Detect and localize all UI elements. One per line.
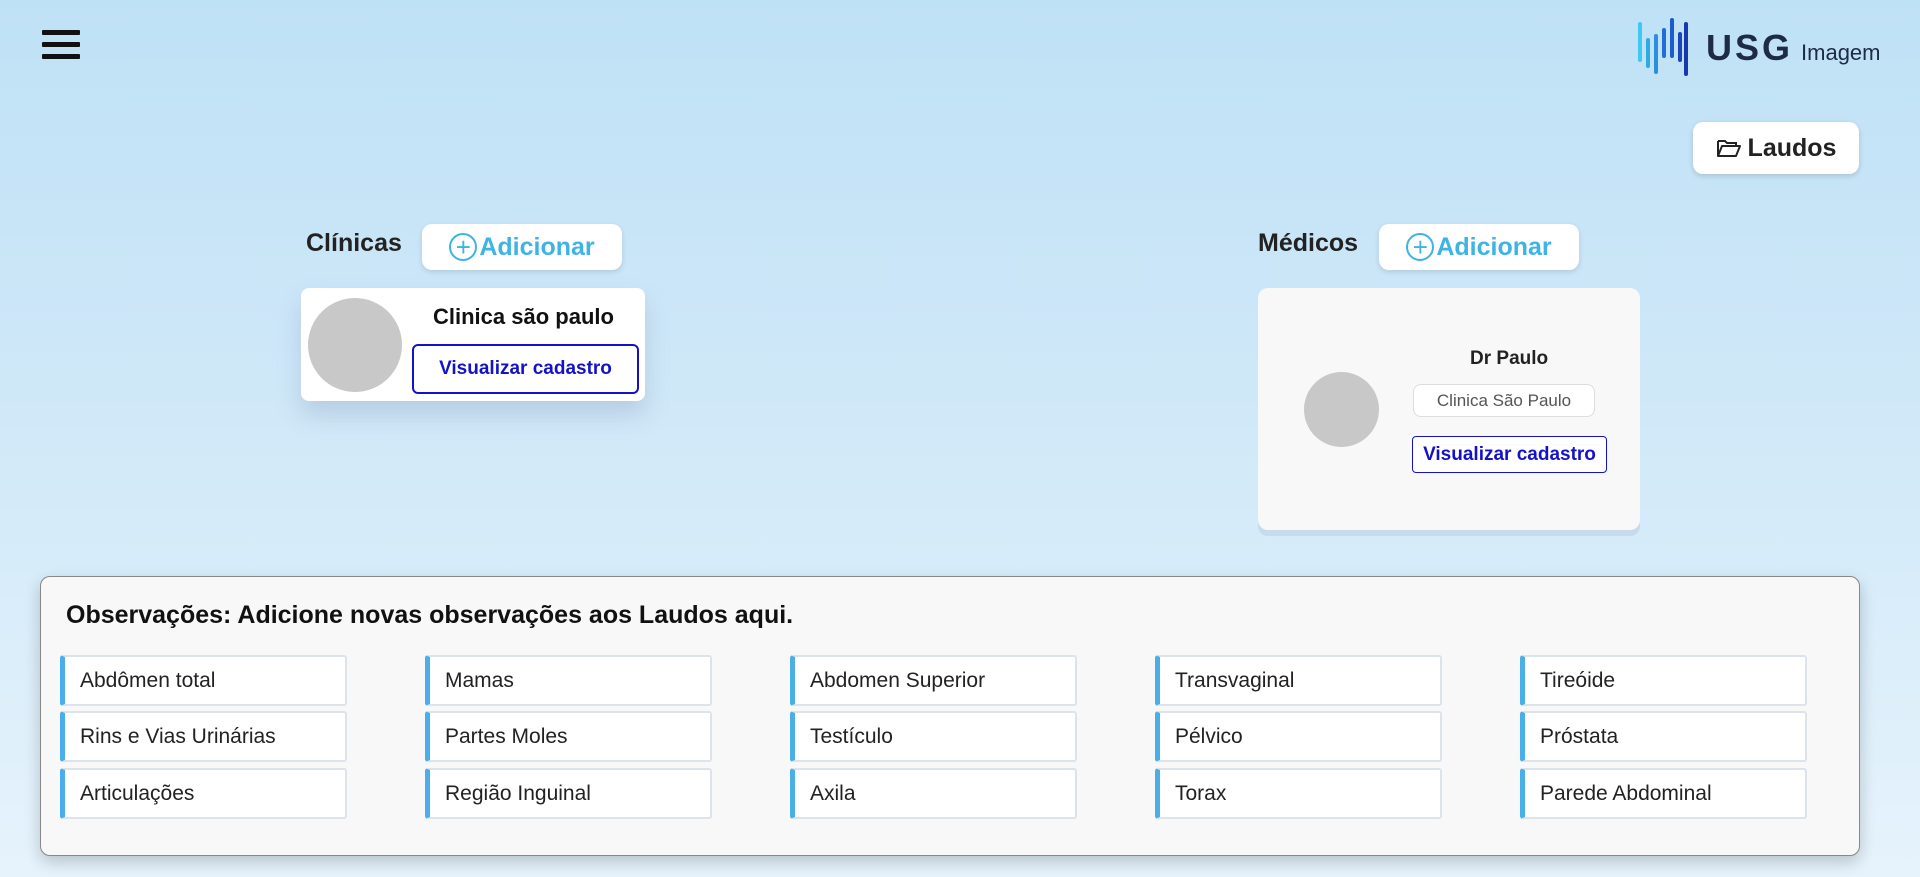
plus-circle-icon: + bbox=[1406, 233, 1435, 261]
add-clinica-label: Adicionar bbox=[479, 232, 595, 261]
observacao-item[interactable]: Partes Moles bbox=[425, 711, 712, 762]
logo-text: USG bbox=[1706, 27, 1794, 68]
observacao-item[interactable]: Tireóide bbox=[1520, 655, 1807, 706]
logo: USG Imagem bbox=[1636, 16, 1881, 80]
menu-button[interactable] bbox=[42, 30, 80, 62]
add-medico-button[interactable]: + Adicionar bbox=[1379, 224, 1579, 270]
hamburger-icon bbox=[42, 30, 80, 35]
observacao-item[interactable]: Parede Abdominal bbox=[1520, 768, 1807, 819]
add-medico-label: Adicionar bbox=[1436, 232, 1552, 261]
medicos-title: Médicos bbox=[1258, 229, 1359, 257]
observacao-item[interactable]: Abdomen Superior bbox=[790, 655, 1077, 706]
observacao-item[interactable]: Torax bbox=[1155, 768, 1442, 819]
plus-circle-icon: + bbox=[449, 233, 478, 261]
logo-bars-icon bbox=[1636, 16, 1698, 80]
observacoes-title: Observações: Adicione novas observações … bbox=[66, 601, 794, 629]
medico-name: Dr Paulo bbox=[1470, 348, 1549, 369]
observacao-item[interactable]: Articulações bbox=[60, 768, 347, 819]
clinicas-title: Clínicas bbox=[306, 229, 402, 257]
clinica-view-button[interactable]: Visualizar cadastro bbox=[412, 344, 639, 394]
medico-clinic-badge: Clinica São Paulo bbox=[1413, 384, 1595, 417]
observacao-item[interactable]: Axila bbox=[790, 768, 1077, 819]
observacao-item[interactable]: Região Inguinal bbox=[425, 768, 712, 819]
medico-view-button[interactable]: Visualizar cadastro bbox=[1412, 436, 1607, 473]
logo-subtext: Imagem bbox=[1801, 40, 1881, 65]
observacao-item[interactable]: Transvaginal bbox=[1155, 655, 1442, 706]
observacao-item[interactable]: Rins e Vias Urinárias bbox=[60, 711, 347, 762]
laudos-button[interactable]: Laudos bbox=[1693, 122, 1859, 174]
observacao-item[interactable]: Pélvico bbox=[1155, 711, 1442, 762]
clinica-avatar bbox=[308, 298, 402, 392]
observacao-item[interactable]: Testículo bbox=[790, 711, 1077, 762]
medico-avatar bbox=[1304, 372, 1379, 447]
observacao-item[interactable]: Próstata bbox=[1520, 711, 1807, 762]
medico-card: Dr Paulo Clinica São Paulo Visualizar ca… bbox=[1258, 288, 1640, 530]
observacao-item[interactable]: Mamas bbox=[425, 655, 712, 706]
add-clinica-button[interactable]: + Adicionar bbox=[422, 224, 622, 270]
clinica-card: Clinica são paulo Visualizar cadastro bbox=[301, 288, 645, 401]
observacao-item[interactable]: Abdômen total bbox=[60, 655, 347, 706]
folder-open-icon bbox=[1716, 140, 1741, 157]
laudos-label: Laudos bbox=[1747, 133, 1837, 162]
clinica-name: Clinica são paulo bbox=[433, 304, 614, 329]
observacoes-panel: Observações: Adicione novas observações … bbox=[40, 576, 1860, 856]
